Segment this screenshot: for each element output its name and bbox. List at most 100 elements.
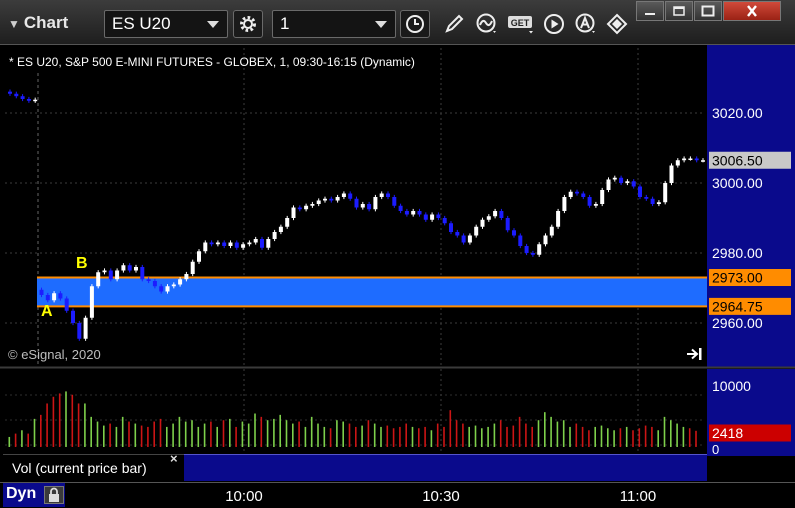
- volume-bar: [336, 420, 338, 447]
- candle-body: [316, 200, 321, 204]
- volume-bar: [613, 430, 615, 447]
- annotation-a[interactable]: A: [41, 303, 53, 321]
- candle-body: [474, 226, 479, 236]
- candle-body: [291, 207, 296, 218]
- symbol-settings-button[interactable]: [233, 10, 263, 38]
- volume-bar: [525, 423, 527, 447]
- alert-button[interactable]: [572, 10, 600, 38]
- volume-bar: [21, 430, 23, 447]
- volume-bar: [663, 416, 666, 447]
- candle-body: [644, 197, 649, 199]
- volume-bar: [71, 394, 74, 447]
- annotation-b[interactable]: B: [76, 255, 88, 273]
- volume-bar: [58, 393, 61, 447]
- volume-bar: [443, 426, 445, 447]
- candle-body: [102, 270, 107, 273]
- volume-bar: [153, 421, 155, 447]
- volume-bar: [298, 421, 300, 447]
- volume-bar: [436, 423, 439, 447]
- app-title[interactable]: ▼ Chart: [8, 13, 68, 33]
- candle-body: [537, 244, 542, 255]
- close-study-icon[interactable]: ×: [170, 451, 178, 466]
- volume-bar: [115, 426, 118, 447]
- volume-bar: [481, 428, 483, 447]
- dyn-toggle[interactable]: Dyn: [3, 483, 65, 507]
- volume-bar: [134, 423, 137, 447]
- candle-body: [127, 265, 132, 271]
- volume-bar: [40, 414, 42, 447]
- candle-body: [656, 202, 661, 204]
- candle-body: [228, 242, 233, 246]
- candle-body: [360, 204, 365, 208]
- volume-bar: [323, 426, 326, 447]
- maximize-icon: [701, 5, 715, 17]
- candle-body: [260, 239, 264, 248]
- volume-bar: [109, 423, 111, 447]
- alert-a-icon: [575, 13, 595, 33]
- volume-bar: [90, 416, 92, 447]
- candle-body: [436, 214, 441, 218]
- draw-tool-button[interactable]: [440, 10, 468, 38]
- volume-bar: [166, 426, 168, 447]
- volume-current-tag: 2418: [712, 425, 743, 441]
- candle-body: [266, 239, 271, 248]
- volume-bar: [172, 423, 174, 447]
- lock-button[interactable]: [44, 486, 64, 504]
- volume-study-title[interactable]: Vol (current price bar): [3, 454, 184, 481]
- last-price-tag: 3006.50: [712, 152, 763, 168]
- volume-bar: [147, 426, 149, 447]
- volume-bar: [399, 426, 401, 447]
- symbol-dropdown[interactable]: ES U20: [104, 10, 228, 38]
- minimize-button[interactable]: [636, 1, 664, 21]
- candle-body: [209, 242, 214, 245]
- candle-body: [89, 286, 94, 318]
- candle-body: [682, 158, 687, 161]
- volume-bar: [392, 428, 395, 447]
- play-button[interactable]: [540, 10, 568, 38]
- maximize-button[interactable]: [694, 1, 722, 21]
- volume-bar: [210, 421, 212, 447]
- volume-bar: [405, 423, 407, 447]
- candle-body: [52, 293, 57, 301]
- candle-body: [417, 211, 422, 215]
- close-icon: [747, 5, 757, 17]
- candle-body: [631, 181, 636, 187]
- gear-icon: [240, 16, 256, 32]
- candle-body: [71, 310, 75, 323]
- volume-bar: [462, 423, 464, 447]
- link-button[interactable]: [604, 10, 632, 38]
- candle-body: [222, 242, 227, 246]
- close-button[interactable]: [723, 1, 781, 21]
- volume-bar: [682, 426, 685, 447]
- restore-button[interactable]: [665, 1, 693, 21]
- candle-body: [108, 270, 113, 280]
- candle-body: [165, 286, 170, 292]
- volume-bar: [418, 428, 420, 447]
- interval-dropdown[interactable]: 1: [272, 10, 396, 38]
- study-wave-icon: [476, 13, 496, 33]
- volume-bar: [229, 418, 231, 447]
- candle-body: [587, 197, 592, 206]
- minimize-icon: [645, 13, 655, 15]
- volume-bar: [14, 433, 17, 447]
- candle-body: [638, 186, 642, 197]
- scroll-to-end-button[interactable]: [686, 347, 704, 366]
- get-data-button[interactable]: GET: [506, 10, 538, 38]
- candle-body: [190, 261, 195, 274]
- candle-body: [423, 214, 428, 220]
- price-chart[interactable]: 3020.00 3000.00 2980.00 2960.00 10:00 10:30 11…: [0, 45, 795, 508]
- candle-body: [64, 298, 69, 311]
- volume-bar: [103, 425, 105, 447]
- price-tick-label: 2960.00: [712, 315, 763, 331]
- volume-bar: [474, 425, 477, 447]
- candle-body: [524, 246, 529, 253]
- studies-button[interactable]: [473, 10, 501, 38]
- candle-body: [518, 235, 523, 246]
- volume-bar: [594, 426, 596, 447]
- interval-clock-button[interactable]: [400, 10, 430, 38]
- candle-body: [650, 198, 655, 204]
- play-icon: [544, 14, 564, 34]
- volume-bar: [544, 412, 546, 447]
- candle-body: [45, 295, 50, 301]
- menu-chevron-icon[interactable]: ▼: [8, 17, 20, 31]
